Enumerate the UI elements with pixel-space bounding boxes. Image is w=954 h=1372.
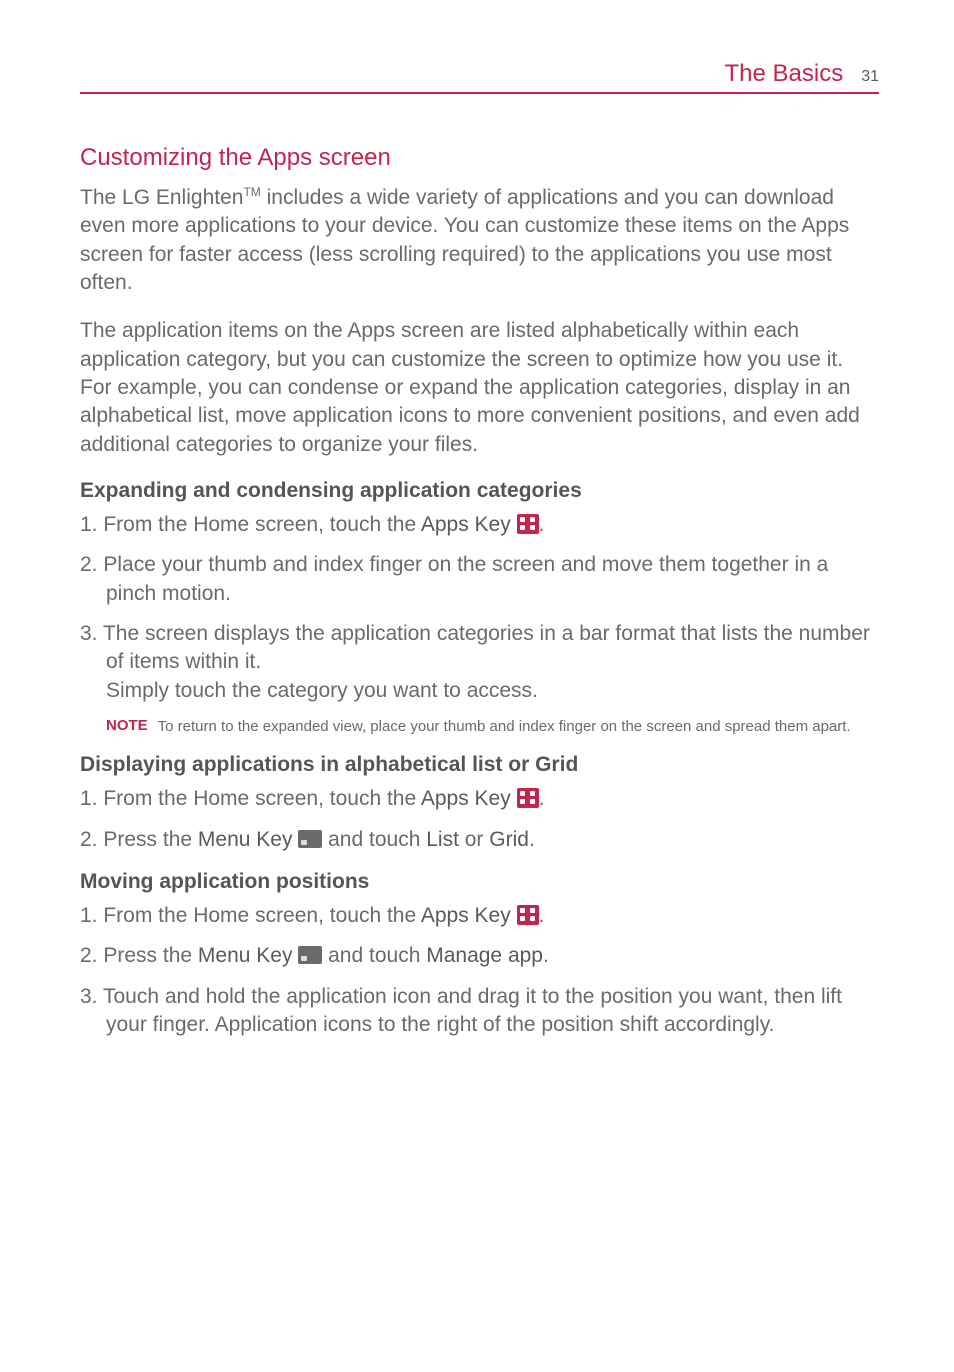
subheading: Expanding and condensing application cat… xyxy=(80,479,879,503)
text: . xyxy=(529,828,535,851)
list-item: 2. Press the Menu Key and touch List or … xyxy=(80,826,879,854)
menu-key-icon xyxy=(298,830,322,848)
list-item: 3. The screen displays the application c… xyxy=(80,620,879,705)
bold-text: Manage app xyxy=(426,944,543,967)
bold-text: Menu Key xyxy=(198,828,298,851)
header-title: The Basics xyxy=(724,60,843,88)
text: or xyxy=(459,828,489,851)
subheading: Moving application positions xyxy=(80,870,879,894)
section-title: Customizing the Apps screen xyxy=(80,144,879,172)
list-number: 2. xyxy=(80,944,103,967)
bold-text: Grid xyxy=(489,828,529,851)
text: . xyxy=(539,513,545,536)
apps-key-icon xyxy=(517,905,539,925)
text: From the Home screen, touch the xyxy=(103,513,420,536)
list-item: 2. Place your thumb and index finger on … xyxy=(80,551,879,608)
text: Touch and hold the application icon and … xyxy=(103,985,842,1036)
text: . xyxy=(539,904,545,927)
text: Press the xyxy=(103,944,198,967)
note-label: NOTE xyxy=(106,717,148,737)
text: Simply touch the category you want to ac… xyxy=(106,679,538,702)
page-number: 31 xyxy=(861,68,879,86)
list-item: 2. Press the Menu Key and touch Manage a… xyxy=(80,942,879,970)
list-number: 1. xyxy=(80,904,103,927)
text: From the Home screen, touch the xyxy=(103,904,420,927)
list-number: 1. xyxy=(80,513,103,536)
bold-text: Apps Key xyxy=(421,513,517,536)
text: and touch xyxy=(322,944,426,967)
text: Place your thumb and index finger on the… xyxy=(103,553,828,604)
bold-text: Apps Key xyxy=(421,787,517,810)
paragraph: The LG EnlightenTM includes a wide varie… xyxy=(80,184,879,297)
bold-text: Menu Key xyxy=(198,944,298,967)
paragraph: The application items on the Apps screen… xyxy=(80,317,879,459)
bold-text: List xyxy=(426,828,459,851)
content: Customizing the Apps screen The LG Enlig… xyxy=(80,144,879,1039)
page-header: The Basics 31 xyxy=(80,60,879,94)
bold-text: Apps Key xyxy=(421,904,517,927)
text: and touch xyxy=(322,828,426,851)
list-number: 3. xyxy=(80,985,103,1008)
text: The screen displays the application cate… xyxy=(103,622,870,673)
text: . xyxy=(543,944,549,967)
menu-key-icon xyxy=(298,946,322,964)
list-item: 1. From the Home screen, touch the Apps … xyxy=(80,785,879,813)
apps-key-icon xyxy=(517,514,539,534)
list-number: 2. xyxy=(80,828,103,851)
list-item: 3. Touch and hold the application icon a… xyxy=(80,983,879,1040)
list-item: 1. From the Home screen, touch the Apps … xyxy=(80,511,879,539)
subheading: Displaying applications in alphabetical … xyxy=(80,753,879,777)
apps-key-icon xyxy=(517,788,539,808)
list-item: 1. From the Home screen, touch the Apps … xyxy=(80,902,879,930)
list-number: 3. xyxy=(80,622,103,645)
list-number: 1. xyxy=(80,787,103,810)
text: Press the xyxy=(103,828,198,851)
text: The LG Enlighten xyxy=(80,186,243,209)
text: . xyxy=(539,787,545,810)
note: NOTE To return to the expanded view, pla… xyxy=(80,717,879,737)
list-number: 2. xyxy=(80,553,103,576)
text: From the Home screen, touch the xyxy=(103,787,420,810)
trademark-symbol: TM xyxy=(243,185,260,199)
note-text: To return to the expanded view, place yo… xyxy=(158,717,851,737)
